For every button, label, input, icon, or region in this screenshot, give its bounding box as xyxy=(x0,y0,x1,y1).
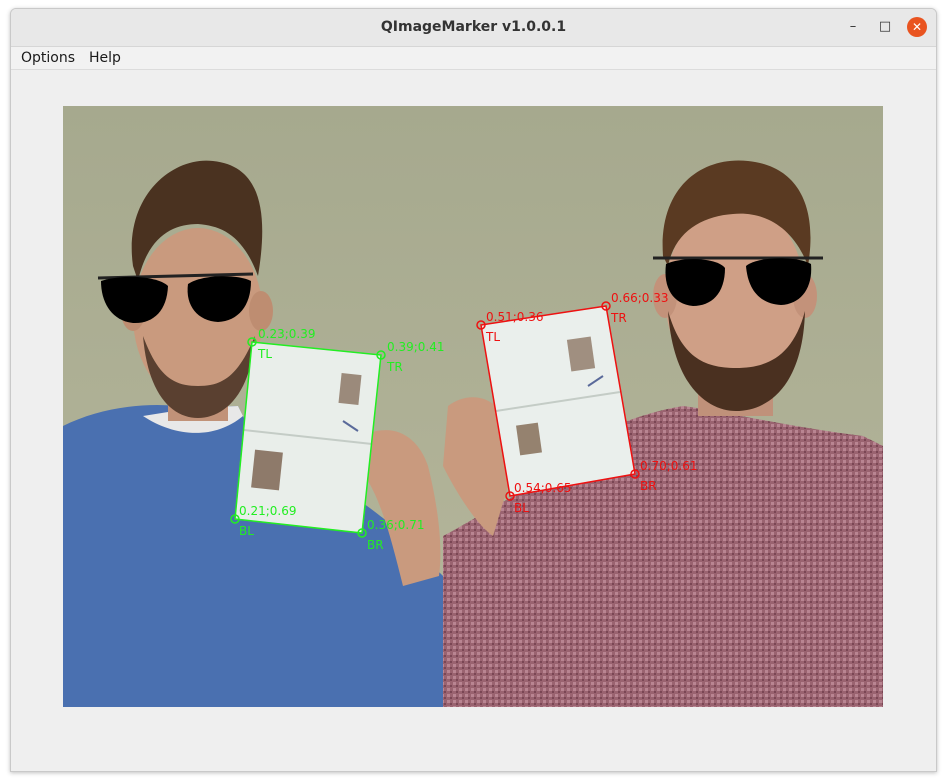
marker-green-br-tag: BR xyxy=(367,538,384,552)
marker-green-br-coord: 0.36;0.71 xyxy=(367,518,424,532)
marker-red-br-tag: BR xyxy=(640,479,657,493)
marker-green-tl-tag: TL xyxy=(257,347,272,361)
marker-green-bl-tag: BL xyxy=(239,524,254,538)
title-bar[interactable]: QImageMarker v1.0.0.1 – □ ✕ xyxy=(11,9,936,47)
marker-green-tr-coord: 0.39;0.41 xyxy=(387,340,444,354)
menu-options[interactable]: Options xyxy=(21,47,75,69)
minimize-icon[interactable]: – xyxy=(843,17,863,37)
maximize-icon[interactable]: □ xyxy=(875,17,895,37)
marker-red-tr-coord: 0.66;0.33 xyxy=(611,291,668,305)
window-title: QImageMarker v1.0.0.1 xyxy=(380,19,567,35)
marker-green-tr-tag: TR xyxy=(386,360,403,374)
image-canvas[interactable]: 0.23;0.39 TL 0.39;0.41 TR 0.36;0.71 BR 0… xyxy=(63,106,883,707)
marker-red-bl-coord: 0.54;0.65 xyxy=(514,481,571,495)
image-svg: 0.23;0.39 TL 0.39;0.41 TR 0.36;0.71 BR 0… xyxy=(63,106,883,707)
marker-red-tr-tag: TR xyxy=(610,311,627,325)
close-icon[interactable]: ✕ xyxy=(907,17,927,37)
marker-red-bl-tag: BL xyxy=(514,501,529,515)
menu-help[interactable]: Help xyxy=(89,47,121,69)
app-window: QImageMarker v1.0.0.1 – □ ✕ Options Help xyxy=(10,8,937,772)
marker-green-bl-coord: 0.21;0.69 xyxy=(239,504,296,518)
marker-red-tl-tag: TL xyxy=(485,330,500,344)
left-ear-r xyxy=(249,291,273,331)
marker-green-tl-coord: 0.23;0.39 xyxy=(258,327,315,341)
menu-bar: Options Help xyxy=(11,47,936,70)
marker-red-br-coord: 0.70;0.61 xyxy=(640,459,697,473)
marker-red-tl-coord: 0.51;0.36 xyxy=(486,310,543,324)
